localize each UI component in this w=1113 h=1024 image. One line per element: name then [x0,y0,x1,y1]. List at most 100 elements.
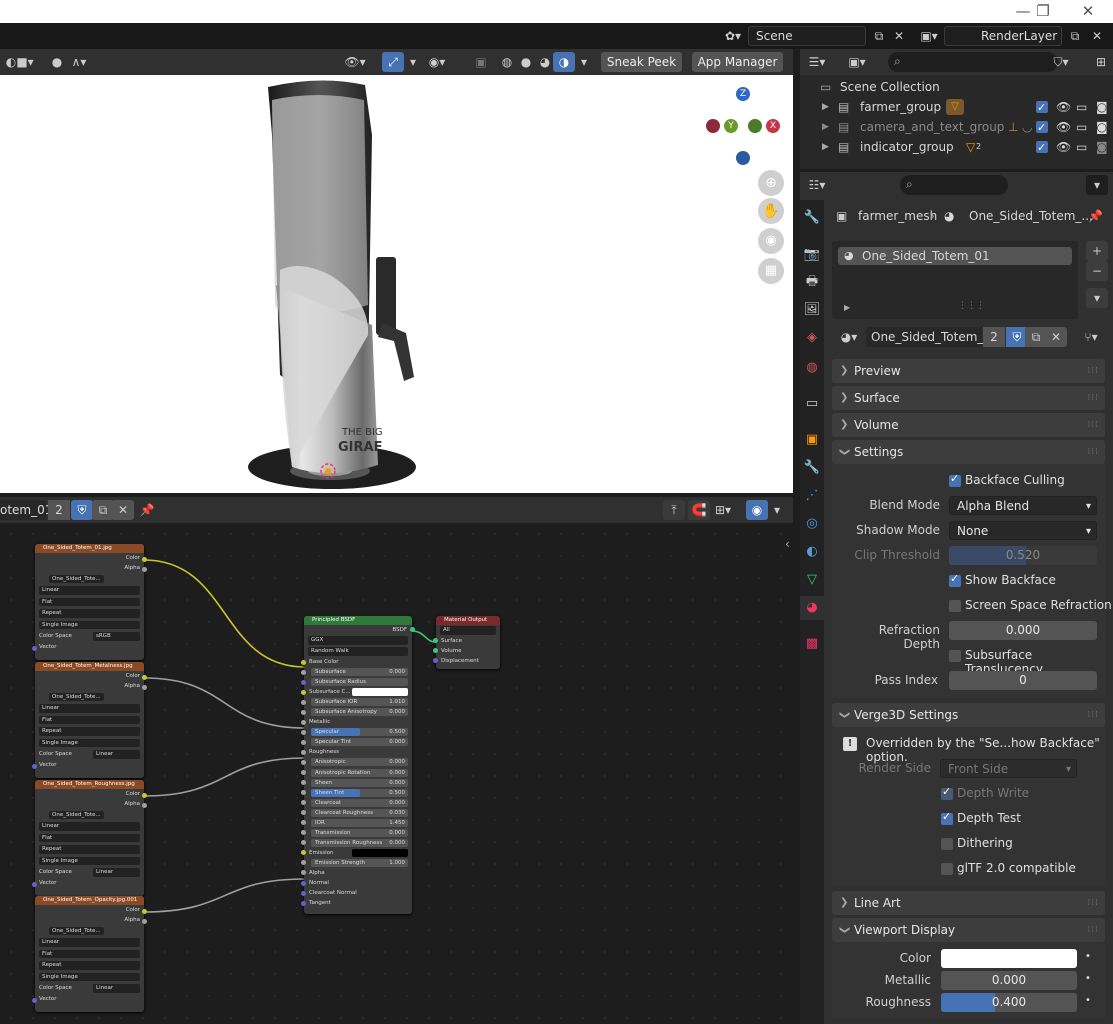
drag-grip-icon[interactable]: ⁞⁞⁞ [1087,918,1099,942]
input-socket[interactable] [301,860,306,866]
texture-tab-icon[interactable]: ▩ [800,632,824,656]
list-resize-grip[interactable]: ⋮⋮⋮ [958,301,985,311]
interpolation-dropdown[interactable]: Linear [39,822,140,831]
bsdf-input-row[interactable]: Transmission Roughness 0.000 [301,838,412,848]
physics-tab-icon[interactable]: ◎ [800,512,824,536]
input-socket[interactable] [301,780,306,786]
input-socket[interactable] [301,830,306,836]
input-socket[interactable] [301,820,306,826]
drag-grip-icon[interactable]: ⁞⁞⁞ [1087,413,1099,437]
properties-options-icon[interactable]: ▾ [1086,175,1108,195]
input-socket[interactable] [301,739,306,745]
panel-surface[interactable]: ❯ Surface ⁞⁞⁞ [832,386,1105,410]
display-mode-icon[interactable]: ☰▾ [806,52,828,72]
object-data-icon[interactable]: ▽ [946,99,964,115]
delete-scene-icon[interactable]: ✕ [888,26,910,46]
image-datablock-field[interactable]: One_Sided_Tote... [49,810,104,819]
input-socket[interactable] [301,900,306,906]
clip-threshold-slider[interactable]: 0.520 [949,546,1097,565]
modifier-tab-icon[interactable]: 🔧 [800,456,824,480]
panel-verge3d-settings[interactable]: ❯ Verge3D Settings ⁞⁞⁞ [832,703,1105,727]
source-dropdown[interactable]: Single Image [39,972,140,981]
input-socket[interactable] [301,759,306,765]
panel-line-art[interactable]: ❯ Line Art ⁞⁞⁞ [832,891,1105,915]
material-name-field[interactable]: otem_01 [0,500,52,520]
ortho-grid-icon[interactable]: ▦ [758,258,784,284]
pass-index-field[interactable]: 0 [949,671,1097,690]
color-output-socket[interactable] [142,556,147,562]
blend-mode-dropdown[interactable]: Alpha Blend ▾ [949,496,1097,515]
colorspace-dropdown[interactable]: sRGB [93,632,140,641]
bsdf-input-row[interactable]: Anisotropic 0.000 [301,757,412,767]
input-socket[interactable] [301,790,306,796]
depth-write-checkbox[interactable] [941,785,953,800]
snap-target-icon[interactable]: ⊞▾ [712,500,734,520]
proportional-edit-icon[interactable]: ∧▾ [68,52,90,72]
extension-dropdown[interactable]: Repeat [39,727,140,736]
color-output-socket[interactable] [142,792,147,798]
vd-roughness-slider[interactable]: 0.400 [941,993,1077,1012]
copy-scene-icon[interactable]: ⧉ [868,26,890,46]
unlink-material-icon[interactable]: ✕ [112,500,134,520]
object-tab-icon[interactable]: ▣ [800,428,824,452]
input-socket[interactable] [301,840,306,846]
shading-dropdown-icon[interactable]: ▾ [573,52,595,72]
image-datablock-field[interactable]: One_Sided_Tote... [49,574,104,583]
renderlayer-name-field[interactable]: RenderLayer [944,26,1062,46]
select-mode-icon[interactable]: ■▾ [14,52,36,72]
outliner-search-input[interactable]: ⌕ [888,52,1058,72]
colorspace-dropdown[interactable]: Linear [93,868,140,877]
image-texture-node-color[interactable]: One_Sided_Totem_01.jpg Color Alpha One_S… [32,544,147,660]
vector-field[interactable]: Subsurface Radius [311,678,408,687]
eye-icon[interactable]: 👁 [1056,117,1071,137]
bsdf-value-field[interactable]: Subsurface 0.000 [311,668,408,677]
alpha-output-socket[interactable] [142,918,147,924]
extension-dropdown[interactable]: Repeat [39,961,140,970]
drag-grip-icon[interactable]: ⁞⁞⁞ [1087,891,1099,915]
gltf-compatible-checkbox[interactable] [941,863,953,875]
bsdf-input-row[interactable]: Alpha [301,868,412,878]
fake-user-shield-icon[interactable]: ⛨ [71,500,93,520]
bsdf-input-row[interactable]: Base Color [301,657,412,667]
input-socket[interactable] [301,749,306,755]
input-socket[interactable] [301,890,306,896]
render-camera-icon[interactable]: ◙ [1096,137,1108,157]
scene-name-field[interactable]: Scene [748,26,866,46]
node-editor-canvas[interactable]: ‹ One_Sided_Totem_01.jpg Color Alpha One… [0,523,793,1020]
add-slot-icon[interactable]: + [1086,241,1108,261]
interpolation-dropdown[interactable]: Linear [39,704,140,713]
breadcrumb-object[interactable]: farmer_mesh [858,206,937,226]
remove-slot-icon[interactable]: − [1086,261,1108,281]
vd-color-swatch[interactable] [941,949,1077,968]
visibility-icon[interactable]: 👁▾ [344,52,366,72]
gizmo-x-axis[interactable]: X [766,119,780,133]
dithering-checkbox[interactable] [941,838,953,850]
slot-specials-icon[interactable]: ▾ [1086,288,1108,308]
color-output-socket[interactable] [142,674,147,680]
interpolation-dropdown[interactable]: Linear [39,938,140,947]
material-users-count[interactable]: 2 [983,327,1005,347]
bsdf-value-field[interactable]: Subsurface IOR 1.010 [311,698,408,707]
input-socket[interactable] [301,810,306,816]
shadow-mode-dropdown[interactable]: None ▾ [949,521,1097,540]
gizmo-neg-z-axis[interactable] [736,151,750,165]
projection-dropdown[interactable]: Flat [39,715,140,724]
displacement-input-socket[interactable] [433,658,438,663]
editor-type-icon[interactable]: ☷▾ [806,175,828,195]
bsdf-value-field[interactable]: Specular Tint 0.000 [311,738,408,747]
extension-dropdown[interactable]: Repeat [39,609,140,618]
bsdf-input-row[interactable]: Normal [301,878,412,888]
source-dropdown[interactable]: Single Image [39,738,140,747]
subsurface-method-dropdown[interactable]: Random Walk [308,647,408,656]
pivot-icon[interactable]: ● [46,52,68,72]
camera-view-icon[interactable]: ◉ [758,228,784,254]
gizmo-neg-y-axis[interactable] [748,119,762,133]
depth-test-checkbox[interactable] [941,810,953,825]
xray-icon[interactable]: ▣ [470,52,492,72]
projection-dropdown[interactable]: Flat [39,597,140,606]
browse-material-icon[interactable]: ◕▾ [834,327,864,347]
overlays-icon[interactable]: ◉▾ [426,52,448,72]
bsdf-value-field[interactable]: Sheen 0.000 [311,778,408,787]
surface-input-socket[interactable] [433,638,438,643]
principled-bsdf-node[interactable]: Principled BSDF BSDF GGX Random Walk Bas… [301,616,415,914]
